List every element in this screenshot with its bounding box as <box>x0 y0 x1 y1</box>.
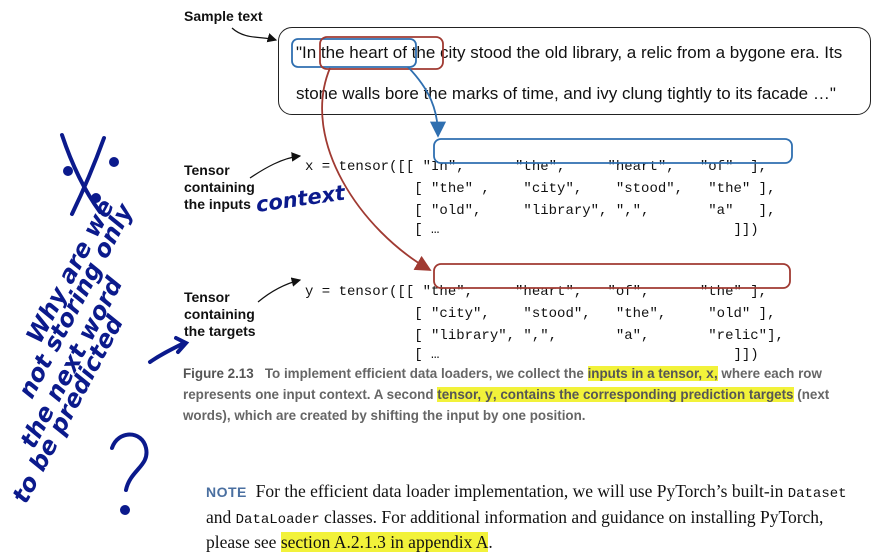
sample-target-window-box <box>319 36 444 70</box>
annotation-overlay: context Why are we not storing only the … <box>7 27 793 515</box>
x-first-row-box <box>433 138 793 164</box>
target-window-arrow <box>321 67 432 271</box>
y-first-row-box <box>433 263 791 289</box>
tensor-targets-pointer <box>257 277 302 303</box>
sample-input-window-box <box>291 38 417 68</box>
handwritten-question-mark <box>110 432 149 515</box>
handwritten-question: Why are we not storing only the next wor… <box>7 195 140 508</box>
input-window-arrow <box>407 66 447 138</box>
sample-text-pointer <box>231 27 278 43</box>
handwritten-context: context <box>254 181 347 217</box>
tensor-inputs-pointer <box>249 152 302 179</box>
